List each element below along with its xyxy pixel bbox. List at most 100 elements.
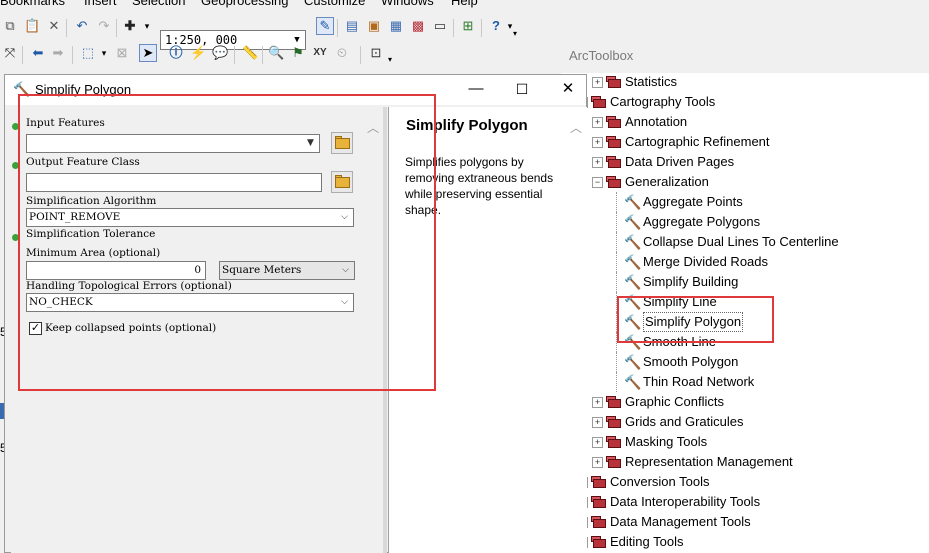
tool-item[interactable]: 🔨 Smooth Polygon	[561, 352, 929, 372]
expand-icon[interactable]: +	[592, 397, 603, 408]
tree-item-label: Representation Management	[625, 454, 793, 469]
clear-selection-icon[interactable]: ⊠	[114, 45, 130, 61]
tree-item-label: Data Management Tools	[610, 514, 751, 529]
tree-item-label: Grids and Graticules	[625, 414, 744, 429]
expand-icon[interactable]: +	[592, 457, 603, 468]
collapse-icon[interactable]: −	[592, 177, 603, 188]
toolset-item[interactable]: + Representation Management	[561, 452, 929, 472]
python-window-icon[interactable]: ▭	[432, 18, 448, 34]
toolbar-separator	[72, 46, 73, 64]
toolset-item[interactable]: + Grids and Graticules	[561, 412, 929, 432]
select-elements-icon[interactable]: ➤	[139, 44, 157, 62]
paste-icon[interactable]: 📋	[24, 18, 40, 34]
catalog-icon[interactable]: ▣	[366, 18, 382, 34]
hammer-icon: 🔨	[624, 194, 642, 210]
menu-insert[interactable]: Insert	[84, 0, 117, 8]
editor-toolbar-icon[interactable]: ✎	[316, 17, 334, 35]
menu-bookmarks[interactable]: Bookmarks	[0, 0, 65, 8]
menu-selection[interactable]: Selection	[132, 0, 185, 8]
expand-icon[interactable]: +	[592, 437, 603, 448]
tree-item-label: Simplify Building	[643, 274, 739, 289]
copy-icon[interactable]: ⧉	[2, 18, 18, 34]
tree-item-label: Aggregate Polygons	[643, 214, 761, 229]
chevron-down-icon[interactable]: ▾	[96, 45, 112, 61]
tree-connector	[616, 372, 617, 392]
scroll-up-icon[interactable]: ︿	[570, 119, 582, 136]
expand-icon[interactable]: +	[592, 77, 603, 88]
toolbox-icon	[591, 95, 607, 109]
table-of-contents-icon[interactable]: ▤	[344, 18, 360, 34]
find-route-icon[interactable]: ⚑	[290, 45, 306, 61]
expand-icon[interactable]: +	[592, 417, 603, 428]
delete-icon[interactable]: ✕	[46, 18, 62, 34]
toolbox-icon	[591, 475, 607, 489]
tool-item[interactable]: 🔨 Thin Road Network	[561, 372, 929, 392]
chevron-down-icon[interactable]: ▾	[139, 18, 155, 34]
tree-item-label: Aggregate Points	[643, 194, 743, 209]
redo-icon[interactable]: ↷	[96, 18, 112, 34]
find-icon[interactable]: 🔍	[268, 45, 284, 61]
minimize-button[interactable]: —	[461, 77, 491, 101]
tool-item[interactable]: 🔨 Aggregate Polygons	[561, 212, 929, 232]
toolbar-separator	[234, 46, 235, 64]
select-features-icon[interactable]: ⬚	[80, 45, 96, 61]
toolbox-item[interactable]: +Conversion Tools	[561, 472, 929, 492]
undo-icon[interactable]: ↶	[74, 18, 90, 34]
time-slider-icon[interactable]: ⏲	[334, 45, 350, 61]
toolset-item[interactable]: − Generalization	[561, 172, 929, 192]
toolset-item[interactable]: + Data Driven Pages	[561, 152, 929, 172]
menu-windows[interactable]: Windows	[381, 0, 434, 8]
toolbox-icon	[606, 435, 622, 449]
expand-icon[interactable]: +	[592, 117, 603, 128]
expand-icon[interactable]: +	[592, 157, 603, 168]
toolbox-item[interactable]: −Cartography Tools	[561, 92, 929, 112]
toolbox-item[interactable]: +Data Management Tools	[561, 512, 929, 532]
annotation-highlight-tool	[617, 296, 774, 343]
toolset-item[interactable]: + Annotation	[561, 112, 929, 132]
tree-connector	[616, 252, 617, 272]
toolbox-item[interactable]: +Data Interoperability Tools	[561, 492, 929, 512]
toolbar-options-icon[interactable]: ▾	[511, 26, 519, 42]
toolset-item[interactable]: + Masking Tools	[561, 432, 929, 452]
tool-item[interactable]: 🔨 Simplify Building	[561, 272, 929, 292]
measure-icon[interactable]: 📏	[242, 45, 258, 61]
annotation-highlight-parameters	[18, 94, 436, 391]
tree-item-label: Data Driven Pages	[625, 154, 735, 169]
tree-item-label: Graphic Conflicts	[625, 394, 724, 409]
hyperlink-icon[interactable]: ⚡	[190, 45, 206, 61]
tree-item-label: Data Interoperability Tools	[610, 494, 761, 509]
tools-toolbar: ⤧ ⬅ ➡ ⬚ ▾ ⊠ ➤ ⓘ ⚡ 💬 📏 🔍 ⚑ XY ⏲ ⊡ ▾	[0, 42, 560, 66]
hammer-icon: 🔨	[624, 214, 642, 230]
tree-connector	[616, 272, 617, 292]
go-to-xy-icon[interactable]: XY	[312, 45, 328, 61]
toolbar-separator	[481, 19, 482, 37]
html-popup-icon[interactable]: 💬	[212, 45, 228, 61]
expand-icon[interactable]: +	[592, 137, 603, 148]
toolset-item[interactable]: + Graphic Conflicts	[561, 392, 929, 412]
toolbar-separator	[360, 46, 361, 64]
modelbuilder-icon[interactable]: ⊞	[460, 18, 476, 34]
tree-item-label: Annotation	[625, 114, 688, 129]
maximize-button[interactable]: ☐	[507, 77, 537, 101]
add-data-icon[interactable]: ✚	[122, 18, 138, 34]
toolset-item[interactable]: + Cartographic Refinement	[561, 132, 929, 152]
arctoolbox-icon[interactable]: ▩	[410, 18, 426, 34]
menu-geoprocessing[interactable]: Geoprocessing	[201, 0, 288, 8]
toolbox-item[interactable]: +Editing Tools	[561, 532, 929, 552]
menu-help[interactable]: Help	[451, 0, 478, 8]
tool-item[interactable]: 🔨 Merge Divided Roads	[561, 252, 929, 272]
menu-customize[interactable]: Customize	[304, 0, 365, 8]
tool-item[interactable]: 🔨 Aggregate Points	[561, 192, 929, 212]
tool-item[interactable]: 🔨 Collapse Dual Lines To Centerline	[561, 232, 929, 252]
create-viewer-icon[interactable]: ⊡	[368, 45, 384, 61]
tree-connector	[616, 232, 617, 252]
toolbar-options-icon[interactable]: ▾	[386, 52, 394, 68]
toolset-item[interactable]: + Statistics	[561, 72, 929, 92]
full-extent-icon[interactable]: ⤧	[2, 45, 18, 61]
identify-icon[interactable]: ⓘ	[168, 45, 184, 61]
tree-item-label: Thin Road Network	[643, 374, 755, 389]
back-extent-icon[interactable]: ⬅	[30, 45, 46, 61]
search-window-icon[interactable]: ▦	[388, 18, 404, 34]
forward-extent-icon[interactable]: ➡	[50, 45, 66, 61]
close-button[interactable]: ✕	[553, 77, 583, 101]
